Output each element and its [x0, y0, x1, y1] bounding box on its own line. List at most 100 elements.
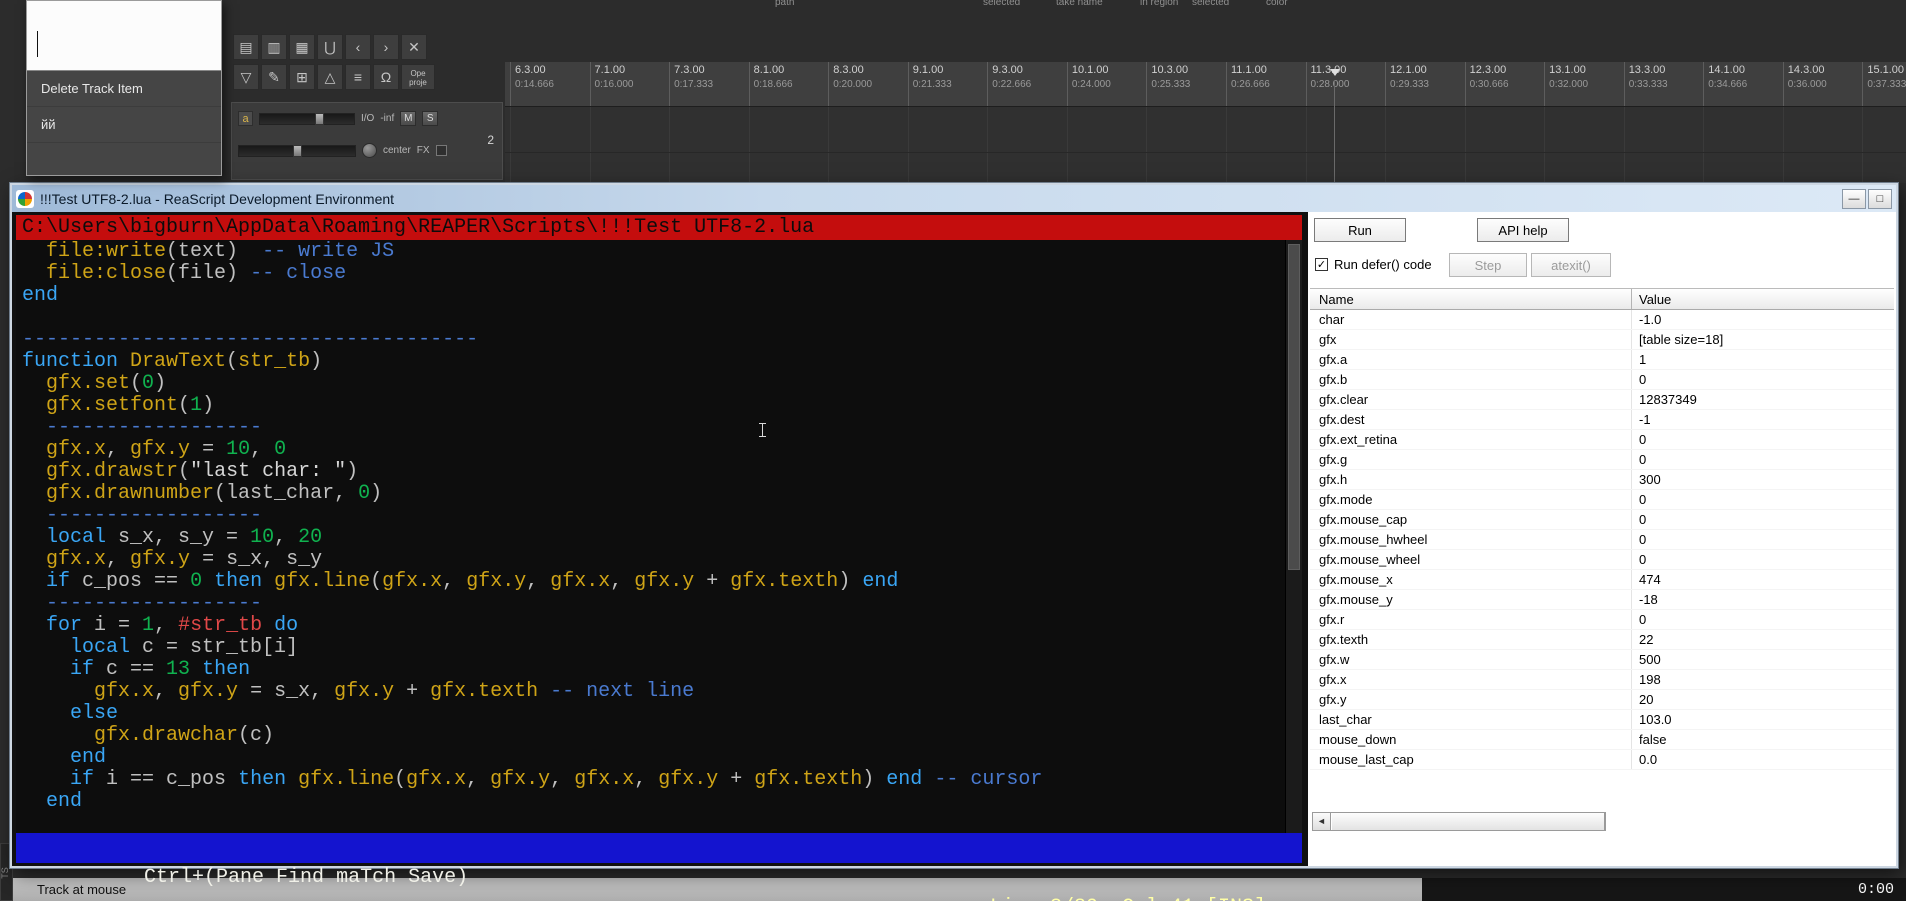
volume-fader-handle[interactable] [315, 112, 324, 125]
watch-row[interactable]: gfx.w 500 [1310, 650, 1894, 670]
track-volume-fader[interactable] [259, 112, 355, 125]
grid-line [1464, 107, 1466, 183]
watch-row[interactable]: mouse_down false [1310, 730, 1894, 750]
open-file-icon[interactable]: ▥ [261, 34, 287, 60]
open-project-chip[interactable]: Ope proje [401, 64, 435, 90]
watch-row[interactable]: gfx.mouse_x 474 [1310, 570, 1894, 590]
track-pan-fader[interactable] [238, 144, 356, 157]
ruler-tick: 12.3.00 0:30.666 [1464, 62, 1541, 106]
menu-item[interactable]: йй [27, 107, 221, 143]
timeline-ruler[interactable]: 6.3.00 0:14.666 7.1.00 0:16.000 7.3.00 0:17.3… [505, 62, 1906, 107]
edit-cursor-marker[interactable] [1330, 69, 1340, 76]
edit-cursor-triangle-icon [1330, 69, 1340, 76]
mute-button[interactable]: M [400, 111, 417, 126]
hscroll-left-arrow-icon[interactable] [1313, 813, 1331, 830]
watch-row[interactable]: gfx.h 300 [1310, 470, 1894, 490]
watch-row[interactable]: gfx.x 198 [1310, 670, 1894, 690]
ide-titlebar: !!!Test UTF8-2.lua - ReaScript Developme… [12, 185, 1896, 212]
step-button[interactable]: Step [1449, 253, 1527, 277]
pencil-icon[interactable]: ✎ [261, 64, 287, 90]
cutoff-label: in region [1140, 0, 1179, 8]
code-line: if i == c_pos then gfx.line(gfx.x, gfx.y… [70, 768, 1043, 791]
solo-button[interactable]: S [422, 111, 439, 126]
save-icon[interactable]: ▦ [289, 34, 315, 60]
grid-line [1225, 107, 1227, 183]
code-line: gfx.setfont(1) [46, 394, 215, 417]
window-title: !!!Test UTF8-2.lua - ReaScript Developme… [40, 190, 395, 207]
fx-enable-checkbox[interactable] [435, 145, 447, 156]
watch-row[interactable]: gfx.mouse_cap 0 [1310, 510, 1894, 530]
status-shortcuts: Ctrl+(Pane Find maTch Save) [144, 866, 469, 889]
fx-label[interactable]: FX [417, 145, 430, 156]
rename-input[interactable] [27, 1, 221, 71]
run-defer-label: Run defer() code [1334, 257, 1432, 272]
watch-row[interactable]: gfx.mode 0 [1310, 490, 1894, 510]
grid-line [1066, 107, 1068, 183]
editor-vscrollbar[interactable] [1285, 240, 1302, 833]
editor-vscrollbar-thumb[interactable] [1288, 244, 1300, 571]
watch-row[interactable]: gfx.b 0 [1310, 370, 1894, 390]
cutoff-label: path [775, 0, 795, 8]
prev-icon[interactable]: ‹ [345, 34, 371, 60]
grid-line [1782, 107, 1784, 183]
watch-row[interactable]: gfx.mouse_hwheel 0 [1310, 530, 1894, 550]
menu-item[interactable]: Delete Track Item [27, 71, 221, 107]
watch-row[interactable]: char -1.0 [1310, 310, 1894, 330]
paperclip-icon[interactable]: ⋃ [317, 34, 343, 60]
run-button[interactable]: Run [1314, 218, 1406, 242]
toolbar-cutoff-labels: path selected take name in region selected co… [0, 0, 1906, 12]
watch-row[interactable]: gfx.r 0 [1310, 610, 1894, 630]
run-defer-checkbox[interactable]: Run defer() code [1315, 257, 1432, 272]
ide-statusbar: Ctrl+(Pane Find maTch Save) Line 3/80, C… [16, 833, 1302, 901]
atexit-button[interactable]: atexit() [1531, 253, 1611, 277]
new-file-icon[interactable]: ▤ [233, 34, 259, 60]
ide-window: !!!Test UTF8-2.lua - ReaScript Developme… [9, 182, 1899, 901]
api-help-button[interactable]: API help [1477, 218, 1569, 242]
code-line: if c == 13 then [70, 658, 251, 681]
watch-row[interactable]: gfx.dest -1 [1310, 410, 1894, 430]
cutoff-label: take name [1056, 0, 1103, 8]
ruler-tick: 10.3.00 0:25.333 [1146, 62, 1222, 106]
watch-row[interactable]: gfx.mouse_y -18 [1310, 590, 1894, 610]
grid-icon[interactable]: ⊞ [289, 64, 315, 90]
watch-row[interactable]: gfx.a 1 [1310, 350, 1894, 370]
code-line: gfx.drawchar(c) [94, 724, 275, 747]
lanes-icon[interactable]: ≡ [345, 64, 371, 90]
code-line: gfx.drawstr("last char: ") [46, 460, 359, 483]
watch-row[interactable]: gfx.y 20 [1310, 690, 1894, 710]
watch-row[interactable]: gfx [table size=18] [1310, 330, 1894, 350]
filter-icon[interactable]: ▽ [233, 64, 259, 90]
watch-row[interactable]: gfx.mouse_wheel 0 [1310, 550, 1894, 570]
code-line: gfx.drawnumber(last_char, 0) [46, 482, 383, 505]
code-line: -------------------------------------- [22, 328, 479, 351]
reaper-app: path selected take name in region selected co… [0, 0, 1906, 901]
pan-fader-handle[interactable] [293, 144, 302, 157]
watch-row[interactable]: gfx.ext_retina 0 [1310, 430, 1894, 450]
code-editor[interactable]: file:write(text) -- write JS file:close(… [16, 240, 1302, 833]
main-toolbar-row2: ▽ ✎ ⊞ △ ≡ Ω Ope proje [233, 64, 437, 90]
watch-row[interactable]: gfx.clear 12837349 [1310, 390, 1894, 410]
grid-line [1146, 107, 1148, 183]
razor-icon[interactable]: ✕ [401, 34, 427, 60]
maximize-button[interactable]: □ [1868, 188, 1892, 209]
next-icon[interactable]: › [373, 34, 399, 60]
grid-line [1703, 107, 1705, 183]
checkbox-check-icon[interactable] [1315, 258, 1328, 271]
arrange-area[interactable] [505, 107, 1906, 183]
marquee-icon[interactable]: △ [317, 64, 343, 90]
minimize-button[interactable]: — [1842, 188, 1866, 209]
code-area: file:write(text) -- write JS file:close(… [22, 241, 1302, 813]
code-line: gfx.set(0) [46, 372, 167, 395]
pan-knob[interactable] [362, 143, 377, 158]
watch-row[interactable]: last_char 103.0 [1310, 710, 1894, 730]
hscroll-thumb[interactable] [1331, 813, 1605, 830]
watch-row[interactable]: mouse_last_cap 0.0 [1310, 750, 1894, 770]
snap-magnet-icon[interactable]: Ω [373, 64, 399, 90]
watch-row[interactable]: gfx.texth 22 [1310, 630, 1894, 650]
watch-row[interactable]: gfx.g 0 [1310, 450, 1894, 470]
io-label[interactable]: I/O [361, 113, 374, 124]
code-line: ------------------ [46, 504, 263, 527]
watch-hscrollbar[interactable] [1312, 812, 1606, 831]
ruler-tick: 9.1.00 0:21.333 [907, 62, 984, 106]
